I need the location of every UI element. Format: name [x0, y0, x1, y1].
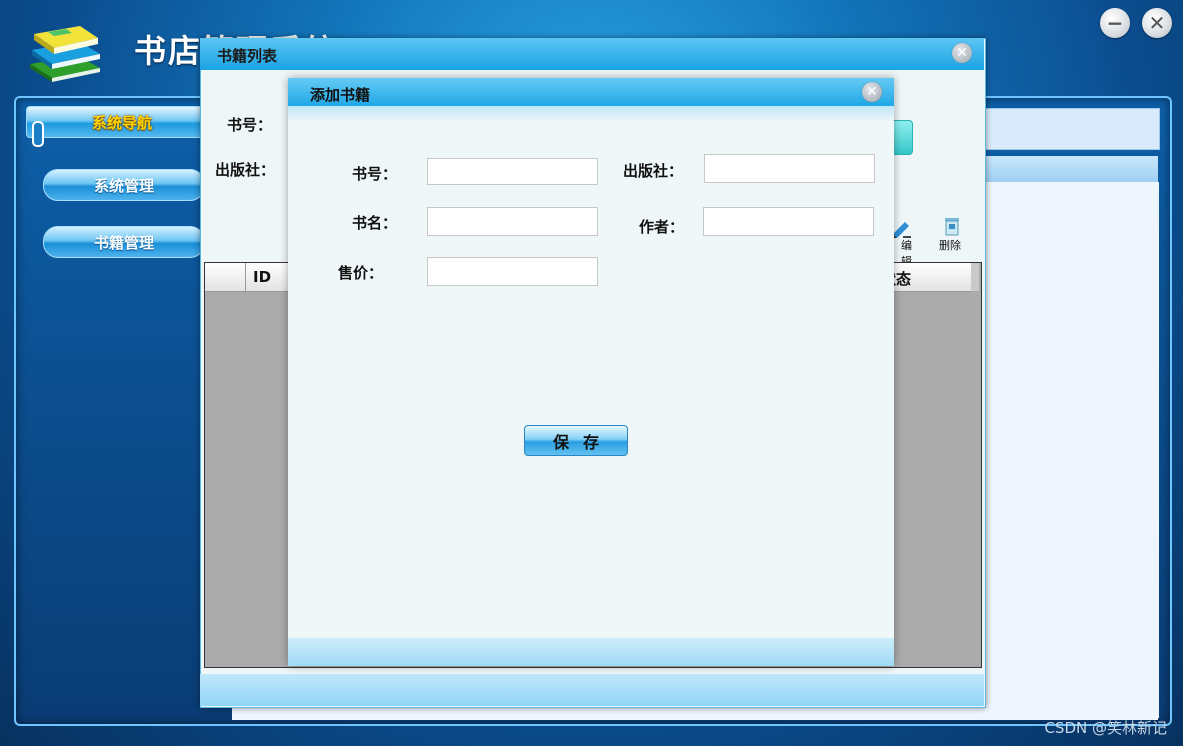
grid-corner: [205, 263, 246, 291]
publisher-field[interactable]: [704, 154, 875, 183]
price-label: 售价：: [338, 264, 384, 282]
edit-icon[interactable]: [891, 218, 911, 238]
pin-icon: [32, 121, 44, 147]
book-list-close-button[interactable]: ✕: [952, 43, 972, 63]
content-bottom: [232, 706, 1158, 720]
publisher-label: 出版社：: [623, 162, 684, 180]
search-book-no-label: 书号：: [227, 116, 273, 134]
close-button[interactable]: ✕: [1142, 8, 1172, 38]
grid-col-status[interactable]: 状态: [894, 268, 911, 289]
author-label: 作者：: [639, 218, 685, 236]
minimize-button[interactable]: −: [1100, 8, 1130, 38]
sidebar-item-label: 系统管理: [93, 176, 154, 195]
trash-icon[interactable]: [942, 216, 962, 236]
save-button[interactable]: 保存: [524, 425, 628, 456]
book-list-title: 书籍列表: [217, 47, 278, 65]
content-subheader: [982, 156, 1158, 182]
grid-col-id[interactable]: ID: [253, 268, 271, 286]
add-book-titlebar[interactable]: [288, 78, 894, 106]
book-name-label: 书名：: [352, 214, 398, 232]
add-book-title: 添加书籍: [310, 86, 371, 104]
add-book-footer: [288, 638, 894, 666]
content-header-strip: [982, 108, 1160, 150]
save-button-label: 保存: [552, 432, 613, 452]
close-icon: ✕: [1148, 11, 1166, 35]
author-field[interactable]: [703, 207, 874, 236]
price-field[interactable]: [427, 257, 598, 286]
sidebar-item-system-management[interactable]: 系统管理: [43, 169, 205, 201]
add-book-title-shade: [288, 106, 894, 122]
books-logo-icon: [30, 26, 100, 82]
book-list-footer: [200, 674, 984, 706]
delete-label[interactable]: 删除: [939, 237, 961, 253]
grid-scrollbar[interactable]: [971, 263, 979, 291]
sidebar-item-book-management[interactable]: 书籍管理: [43, 226, 205, 258]
close-icon: ✕: [866, 84, 878, 100]
add-book-close-button[interactable]: ✕: [862, 82, 882, 102]
book-no-field[interactable]: [427, 158, 598, 185]
book-name-field[interactable]: [427, 207, 598, 236]
search-publisher-label: 出版社：: [215, 161, 276, 179]
content-panel: [982, 182, 1159, 718]
search-button[interactable]: [893, 120, 913, 155]
nav-header-label: 系统导航: [92, 114, 153, 132]
watermark: CSDN @笑林新记: [1044, 719, 1167, 737]
close-icon: ✕: [956, 45, 968, 61]
minimize-icon: −: [1106, 11, 1124, 35]
book-list-titlebar[interactable]: [200, 38, 984, 70]
book-no-label: 书号：: [352, 165, 398, 183]
sidebar-item-label: 书籍管理: [93, 233, 154, 252]
